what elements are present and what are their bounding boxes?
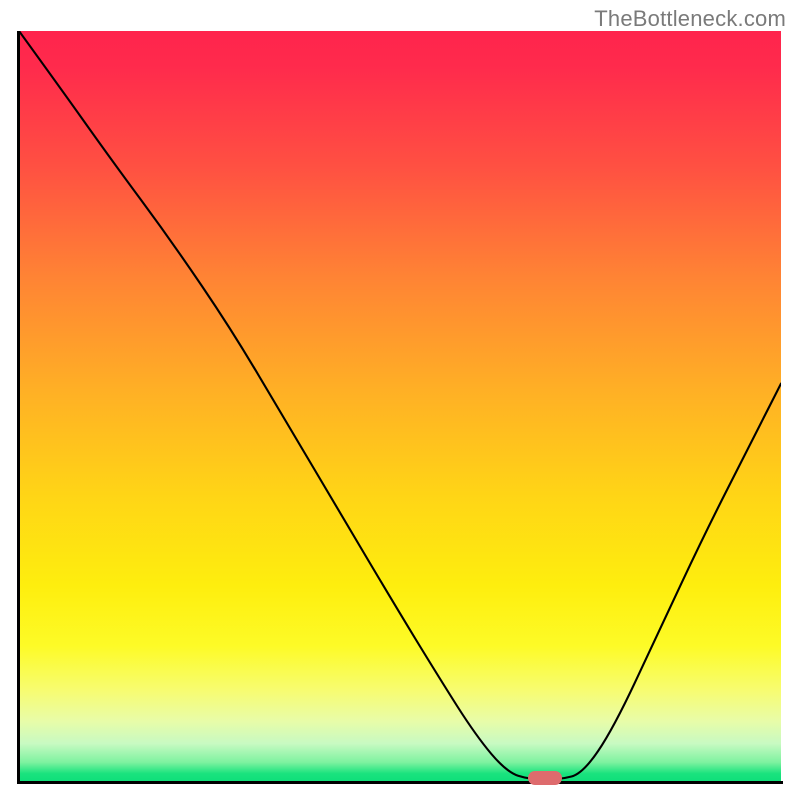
chart-background: [19, 31, 781, 781]
y-axis-line: [17, 31, 20, 783]
watermark-text: TheBottleneck.com: [594, 6, 786, 32]
x-axis-line: [17, 781, 783, 784]
